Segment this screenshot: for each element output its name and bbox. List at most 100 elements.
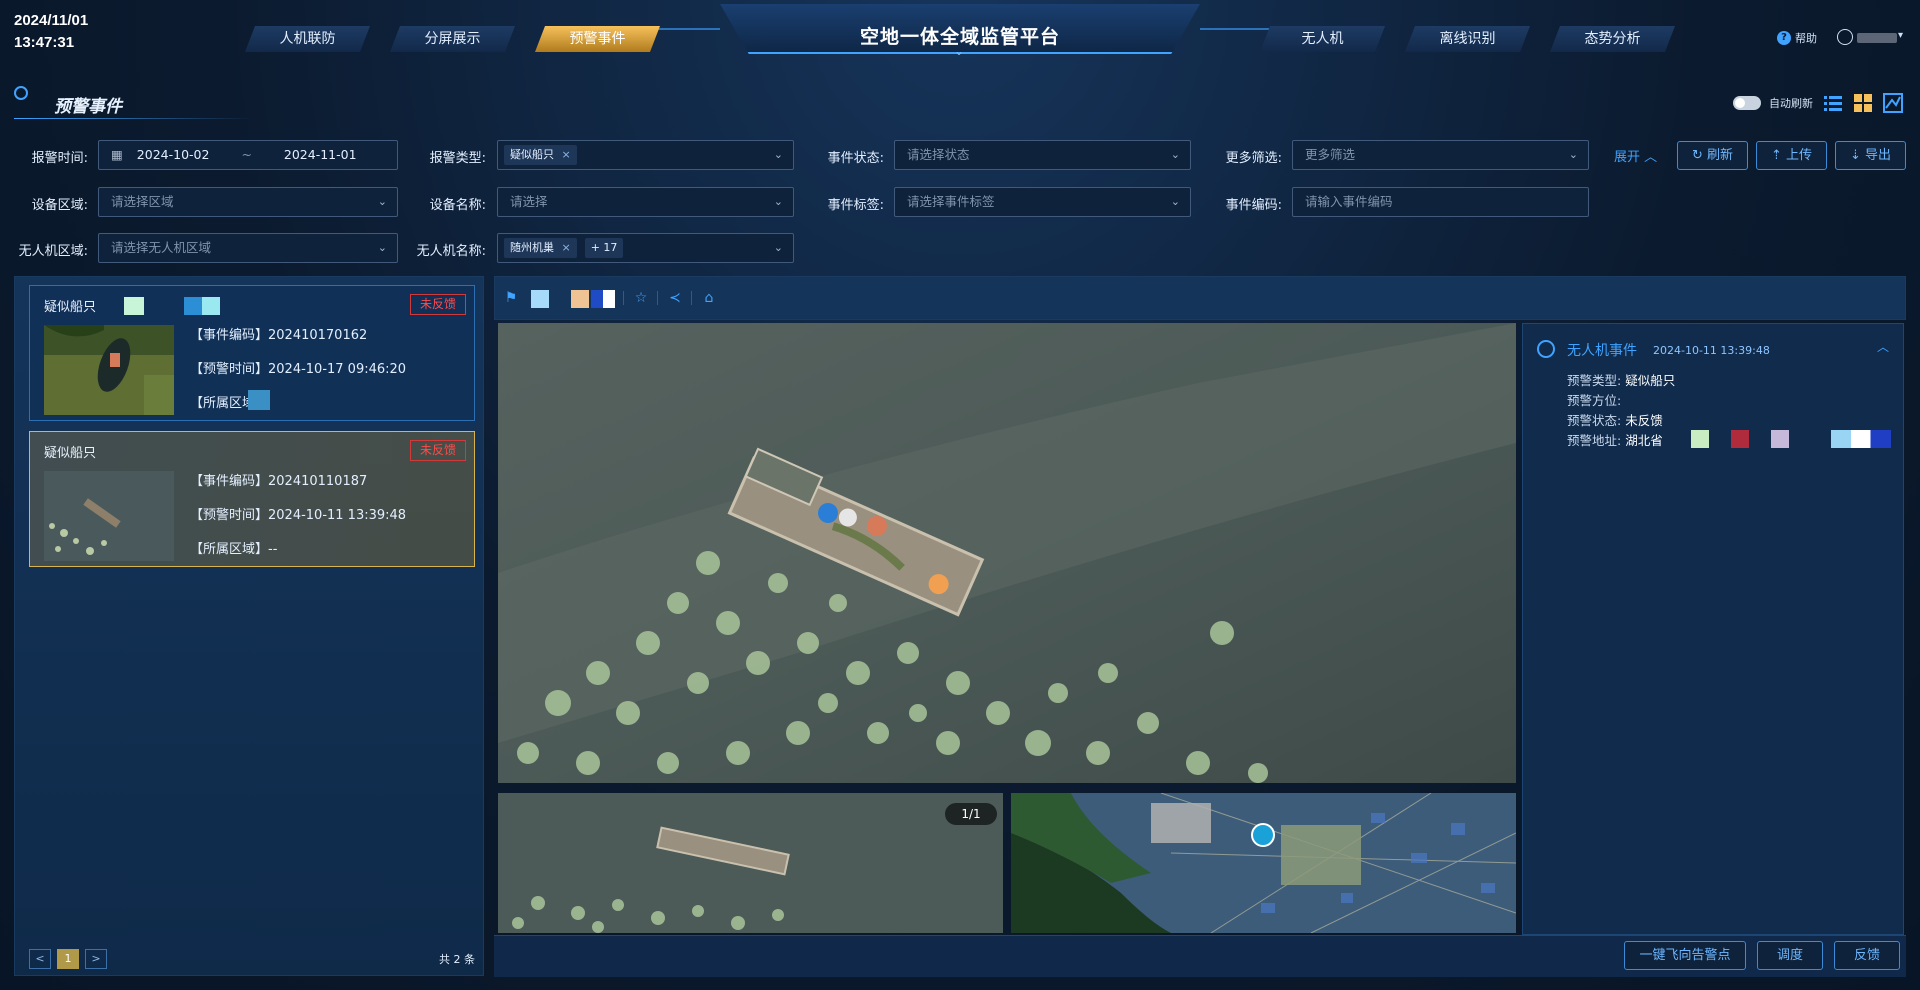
upload-button[interactable]: ⇡ 上传 bbox=[1756, 141, 1827, 170]
uav-area-select[interactable]: 请选择无人机区域 ⌄ bbox=[98, 233, 398, 263]
page-1-button[interactable]: 1 bbox=[57, 949, 79, 969]
expand-filters-toggle[interactable]: 展开 ︿ bbox=[1614, 146, 1657, 165]
user-icon[interactable] bbox=[1837, 29, 1853, 45]
nav-tab-alert-events[interactable]: 预警事件 bbox=[535, 26, 660, 52]
event-code-label: 事件编码: bbox=[1225, 198, 1282, 213]
tag-close-icon[interactable]: × bbox=[562, 241, 571, 254]
event-list-panel: 疑似船只 未反馈 【事件编码】202410170162 【预警时间】2024-1… bbox=[14, 276, 484, 976]
redacted-block bbox=[124, 297, 144, 315]
device-name-label: 设备名称: bbox=[429, 198, 486, 213]
event-status-select[interactable]: 请选择状态 ⌄ bbox=[894, 140, 1191, 170]
event-card-title: 疑似船只 bbox=[44, 446, 97, 461]
event-tag-placeholder: 请选择事件标签 bbox=[907, 194, 995, 209]
redacted-block bbox=[1691, 430, 1709, 448]
event-area-line: 【所属区域】-- bbox=[190, 542, 278, 557]
alarm-type-tag-label: 疑似船只 bbox=[510, 148, 554, 161]
event-card-1[interactable]: 疑似船只 未反馈 【事件编码】202410170162 【预警时间】2024-1… bbox=[29, 285, 475, 421]
uav-name-select[interactable]: 随州机巢 × + 17 ⌄ bbox=[497, 233, 794, 263]
export-button[interactable]: ⇣ 导出 bbox=[1835, 141, 1906, 170]
status-badge: 未反馈 bbox=[410, 440, 466, 461]
alarm-type-label: 报警类型: bbox=[429, 151, 486, 166]
device-area-select[interactable]: 请选择区域 ⌄ bbox=[98, 187, 398, 217]
share-icon[interactable]: ≺ bbox=[667, 290, 683, 306]
nav-tab-situation-analysis[interactable]: 态势分析 bbox=[1550, 26, 1675, 52]
event-code-input[interactable]: 请输入事件编码 bbox=[1292, 187, 1589, 217]
uav-name-more-tag: + 17 bbox=[584, 238, 624, 258]
uav-name-tag: 随州机巢 × bbox=[504, 238, 577, 258]
refresh-button[interactable]: ↻ 刷新 bbox=[1677, 141, 1748, 170]
redacted-block bbox=[1731, 430, 1749, 448]
alarm-time-label: 报警时间: bbox=[31, 151, 88, 166]
export-label: 导出 bbox=[1865, 148, 1892, 163]
auto-refresh-toggle[interactable] bbox=[1733, 96, 1761, 110]
start-date: 2024-10-02 bbox=[136, 147, 210, 162]
nav-tab-uav[interactable]: 无人机 bbox=[1260, 26, 1385, 52]
chevron-down-icon: ⌄ bbox=[1568, 148, 1578, 161]
nav-tab-split-screen[interactable]: 分屏展示 bbox=[390, 26, 515, 52]
help-icon: ? bbox=[1777, 31, 1791, 45]
toolbar-separator bbox=[657, 291, 658, 305]
info-row-alert-status: 预警状态: 未反馈 bbox=[1567, 410, 1663, 429]
list-view-icon[interactable] bbox=[1823, 93, 1843, 113]
grid-view-icon[interactable] bbox=[1853, 93, 1873, 113]
alarm-type-tag: 疑似船只 × bbox=[504, 145, 577, 165]
tag-close-icon[interactable]: × bbox=[562, 148, 571, 161]
chevron-up-icon: ︿ bbox=[1644, 150, 1658, 165]
page-title-underline bbox=[14, 118, 254, 119]
detail-toolbar: ⚑ ☆ ≺ ⌂ bbox=[494, 276, 1906, 320]
event-tag-select[interactable]: 请选择事件标签 ⌄ bbox=[894, 187, 1191, 217]
alarm-time-range-picker[interactable]: ▦ 2024-10-02 ~ 2024-11-01 bbox=[98, 140, 398, 170]
next-page-button[interactable]: > bbox=[85, 949, 107, 969]
info-label: 预警地址: bbox=[1567, 433, 1622, 448]
chevron-down-icon[interactable]: ⌄ bbox=[954, 44, 964, 58]
chevron-down-icon: ⌄ bbox=[773, 195, 783, 208]
uav-area-label: 无人机区域: bbox=[18, 244, 88, 259]
device-name-select[interactable]: 请选择 ⌄ bbox=[497, 187, 794, 217]
event-main-image[interactable] bbox=[498, 323, 1516, 783]
info-label: 预警类型: bbox=[1567, 373, 1622, 388]
total-count: 共 2 条 bbox=[439, 953, 475, 966]
fly-to-alert-button[interactable]: 一键飞向告警点 bbox=[1624, 941, 1746, 970]
device-name-placeholder: 请选择 bbox=[510, 194, 548, 209]
event-card-2[interactable]: 疑似船只 未反馈 【事件编码】202410110187 【预警时间】2024-1… bbox=[29, 431, 475, 567]
event-code-placeholder: 请输入事件编码 bbox=[1305, 194, 1393, 209]
prev-page-button[interactable]: < bbox=[29, 949, 51, 969]
location-icon[interactable]: ⚑ bbox=[503, 290, 519, 306]
event-map-thumbnail[interactable] bbox=[1011, 793, 1516, 933]
user-menu-caret-icon[interactable]: ▾ bbox=[1898, 30, 1903, 41]
event-thumbnail[interactable] bbox=[44, 471, 174, 561]
image-page-indicator: 1/1 bbox=[945, 803, 997, 825]
help-label: 帮助 bbox=[1795, 32, 1817, 45]
dispatch-button[interactable]: 调度 bbox=[1757, 941, 1823, 970]
chevron-down-icon: ⌄ bbox=[377, 241, 387, 254]
info-value: 疑似船只 bbox=[1625, 373, 1676, 388]
info-row-alert-direction: 预警方位: bbox=[1567, 390, 1621, 409]
more-filters-placeholder: 更多筛选 bbox=[1305, 147, 1356, 162]
redacted-block bbox=[1831, 430, 1891, 448]
toolbar-separator bbox=[691, 291, 692, 305]
map-view-icon[interactable] bbox=[1883, 93, 1903, 113]
info-time: 2024-10-11 13:39:48 bbox=[1653, 344, 1770, 357]
nav-tab-offline-recognition[interactable]: 离线识别 bbox=[1405, 26, 1530, 52]
tag-icon[interactable]: ⌂ bbox=[701, 290, 717, 306]
event-code-line: 【事件编码】202410170162 bbox=[190, 328, 368, 343]
radar-icon bbox=[1537, 340, 1555, 358]
auto-refresh-label: 自动刷新 bbox=[1769, 97, 1813, 110]
device-area-placeholder: 请选择区域 bbox=[111, 194, 174, 209]
feedback-button[interactable]: 反馈 bbox=[1834, 941, 1900, 970]
nav-tab-joint-defense[interactable]: 人机联防 bbox=[245, 26, 370, 52]
refresh-label: 刷新 bbox=[1707, 148, 1734, 163]
chevron-down-icon: ⌄ bbox=[773, 148, 783, 161]
help-link[interactable]: ? 帮助 bbox=[1777, 30, 1817, 46]
collapse-chevron-up-icon[interactable]: ︿ bbox=[1877, 338, 1889, 355]
event-sub-image-1[interactable] bbox=[498, 793, 1003, 933]
datetime: 2024/11/01 13:47:31 bbox=[14, 10, 88, 54]
event-thumbnail[interactable] bbox=[44, 325, 174, 415]
info-value: 未反馈 bbox=[1625, 413, 1663, 428]
page-title-icon bbox=[14, 86, 28, 100]
chevron-down-icon: ⌄ bbox=[1170, 195, 1180, 208]
alarm-type-select[interactable]: 疑似船只 × ⌄ bbox=[497, 140, 794, 170]
more-filters-select[interactable]: 更多筛选 ⌄ bbox=[1292, 140, 1589, 170]
current-date: 2024/11/01 bbox=[14, 12, 89, 29]
star-icon[interactable]: ☆ bbox=[633, 290, 649, 306]
